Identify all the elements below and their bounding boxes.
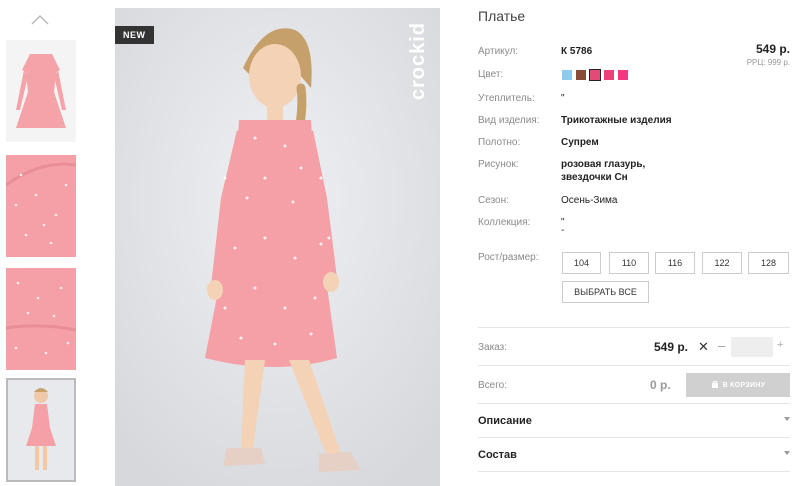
size-122-button[interactable]: 122 <box>702 252 742 274</box>
size-110-button[interactable]: 110 <box>609 252 649 274</box>
thumbnail-3[interactable] <box>6 268 76 370</box>
divider <box>478 471 790 472</box>
product-price: 549 р. <box>755 42 790 56</box>
color-swatch-light-blue[interactable] <box>562 70 572 80</box>
select-all-sizes-button[interactable]: ВЫБРАТЬ ВСЕ <box>562 281 649 303</box>
accordion-description-label: Описание <box>478 415 532 427</box>
color-swatch-hot-pink[interactable] <box>618 70 628 80</box>
brand-watermark: crockid <box>407 22 429 101</box>
spec-value: " <box>561 93 565 104</box>
spec-value: - <box>561 225 565 236</box>
thumbnail-1[interactable] <box>6 40 76 142</box>
size-104-button[interactable]: 104 <box>562 252 601 274</box>
divider <box>478 403 790 404</box>
cart-icon <box>711 381 718 388</box>
spec-value: К 5786 <box>561 46 593 57</box>
chevron-down-icon <box>784 417 790 421</box>
size-128-button[interactable]: 128 <box>748 252 789 274</box>
product-main-image: NEW crockid <box>115 8 440 486</box>
spec-label: Полотно: <box>478 137 521 148</box>
order-unit-price: 549 р. <box>654 340 689 354</box>
spec-label: Рисунок: <box>478 159 519 170</box>
product-title: Платье <box>478 8 526 24</box>
order-label: Заказ: <box>478 342 508 353</box>
multiply-icon: ✕ <box>698 339 709 354</box>
spec-label: Утеплитель: <box>478 93 535 104</box>
accordion-composition-label: Состав <box>478 449 517 461</box>
spec-label: Вид изделия: <box>478 115 540 126</box>
recommended-retail-price: РРЦ: 999 р. <box>746 58 790 67</box>
thumbnail-strip <box>6 0 78 486</box>
spec-value: розовая глазурь, <box>561 159 646 170</box>
accordion-composition[interactable]: Состав <box>478 449 790 461</box>
divider <box>478 327 790 328</box>
spec-label: Цвет: <box>478 69 504 80</box>
spec-value: звездочки Сн <box>561 172 628 183</box>
color-swatch-pink[interactable] <box>604 70 614 80</box>
quantity-decrease-button[interactable]: – <box>718 338 725 353</box>
size-label: Рост/размер: <box>478 252 539 263</box>
chevron-down-icon <box>784 451 790 455</box>
quantity-increase-button[interactable]: + <box>777 339 783 351</box>
spec-label: Коллекция: <box>478 217 531 228</box>
thumbnail-4[interactable] <box>6 378 76 482</box>
size-116-button[interactable]: 116 <box>655 252 695 274</box>
thumbnail-2[interactable] <box>6 155 76 257</box>
spec-value: Осень-Зима <box>561 195 618 206</box>
total-label: Всего: <box>478 380 507 391</box>
spec-label: Артикул: <box>478 46 519 57</box>
spec-value: Трикотажные изделия <box>561 115 672 126</box>
spec-label: Сезон: <box>478 195 509 206</box>
scroll-up-icon[interactable] <box>28 10 52 30</box>
spec-value: Супрем <box>561 137 599 148</box>
divider <box>478 365 790 366</box>
add-to-cart-button[interactable]: В КОРЗИНУ <box>686 373 790 397</box>
quantity-input[interactable] <box>731 337 773 357</box>
divider <box>478 437 790 438</box>
color-swatch-brown[interactable] <box>576 70 586 80</box>
color-swatch-selected[interactable] <box>589 69 601 81</box>
add-to-cart-label: В КОРЗИНУ <box>722 381 766 389</box>
total-value: 0 р. <box>650 378 671 392</box>
new-badge: NEW <box>115 26 154 44</box>
accordion-description[interactable]: Описание <box>478 415 790 427</box>
